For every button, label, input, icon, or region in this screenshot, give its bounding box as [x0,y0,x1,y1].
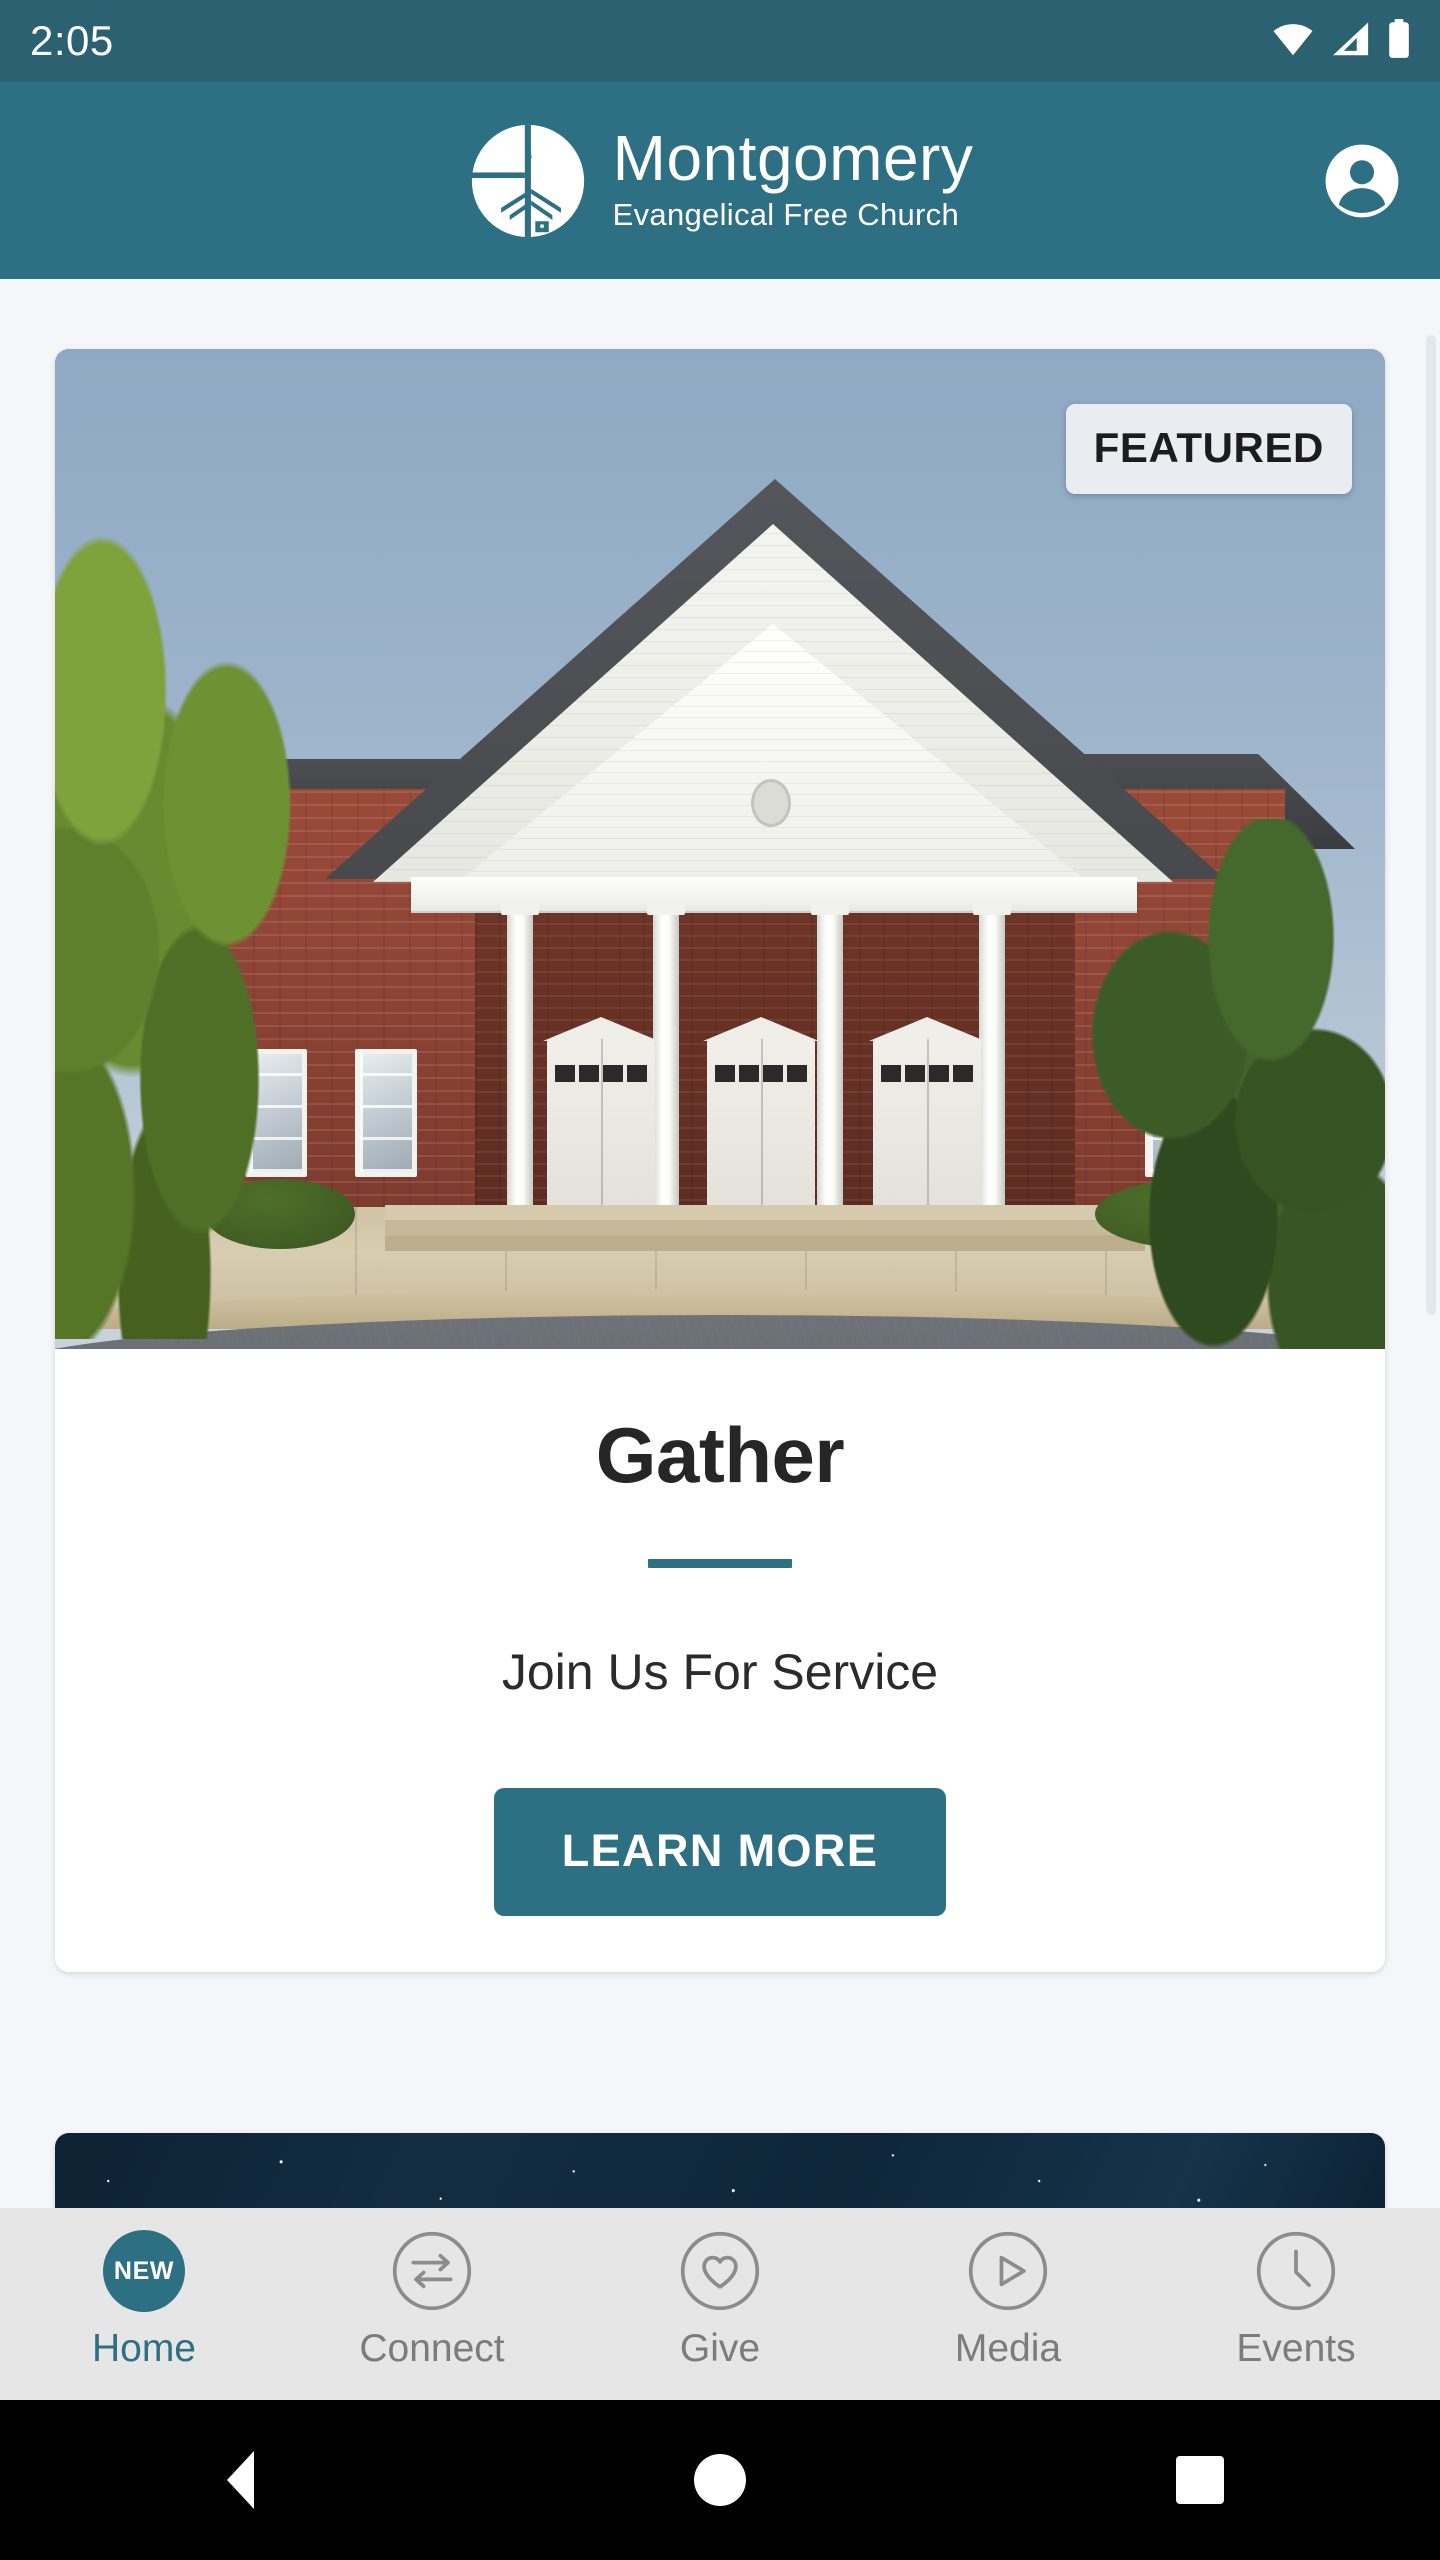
portico-column [973,903,1011,1211]
featured-card[interactable]: FEATURED Gather Join Us For Service LEAR… [55,349,1385,1972]
tab-home[interactable]: NEW Home [0,2230,288,2368]
home-circle-icon[interactable] [645,2400,795,2560]
portico-column [811,903,849,1211]
status-bar-icons [1270,18,1412,64]
new-badge-label: NEW [103,2230,185,2312]
church-circle-logo-icon [467,120,589,242]
tab-events-label: Events [1236,2327,1356,2370]
two-way-arrows-icon [391,2230,473,2312]
tab-give-label: Give [679,2327,761,2370]
tab-events[interactable]: Events [1152,2230,1440,2368]
new-badge-icon: NEW [103,2230,185,2312]
status-bar: 2:05 [0,0,1440,82]
bottom-tab-bar: NEW Home Connect Give Media Events [0,2208,1440,2400]
pediment-oculus [751,779,791,827]
entry-door [707,1039,815,1214]
learn-more-button[interactable]: LEARN MORE [493,1787,947,1916]
starry-sky-image [55,2133,1385,2208]
play-circle-icon [967,2230,1049,2312]
app-screen: 2:05 Montgomery Evangelical Free Church … [0,0,1440,2560]
title-divider [648,1558,792,1568]
tree-foliage-right [1055,819,1385,1349]
tab-connect[interactable]: Connect [288,2230,576,2368]
brand-text: Montgomery Evangelical Free Church [613,126,974,236]
entry-door [873,1039,981,1214]
tab-give[interactable]: Give [576,2230,864,2368]
brand-subtitle: Evangelical Free Church [612,196,959,232]
vertical-scrollbar[interactable] [1426,335,1436,1315]
tab-home-label: Home [91,2327,197,2370]
content-scroll-area[interactable]: FEATURED Gather Join Us For Service LEAR… [0,279,1440,2208]
brand-name: Montgomery [612,121,974,194]
portico-column [647,903,685,1211]
back-triangle-icon[interactable] [165,2400,315,2560]
featured-badge[interactable]: FEATURED [1065,404,1352,494]
tab-media-label: Media [954,2327,1062,2370]
clock-icon [1255,2230,1337,2312]
status-bar-clock: 2:05 [30,17,114,64]
battery-icon [1386,18,1412,64]
entry-door [547,1039,655,1214]
featured-card-subtitle: Join Us For Service [501,1643,939,1700]
cellular-signal-icon [1330,21,1372,62]
brand-lockup[interactable]: Montgomery Evangelical Free Church [467,120,974,242]
tree-foliage-left [55,529,375,1339]
tab-connect-label: Connect [359,2327,505,2370]
featured-card-title: Gather [595,1411,845,1499]
featured-card-body: Gather Join Us For Service LEARN MORE [55,1349,1385,1972]
recents-square-icon[interactable] [1125,2400,1275,2560]
featured-card-image: FEATURED [55,349,1385,1349]
portico-column [501,903,539,1211]
wifi-icon [1270,21,1316,62]
entry-steps [385,1205,1145,1251]
app-header: Montgomery Evangelical Free Church [0,82,1440,279]
account-avatar-icon[interactable] [1324,143,1400,219]
android-navigation-bar [0,2400,1440,2560]
heart-icon [679,2230,761,2312]
tab-media[interactable]: Media [864,2230,1152,2368]
next-card-preview[interactable] [55,2133,1385,2208]
